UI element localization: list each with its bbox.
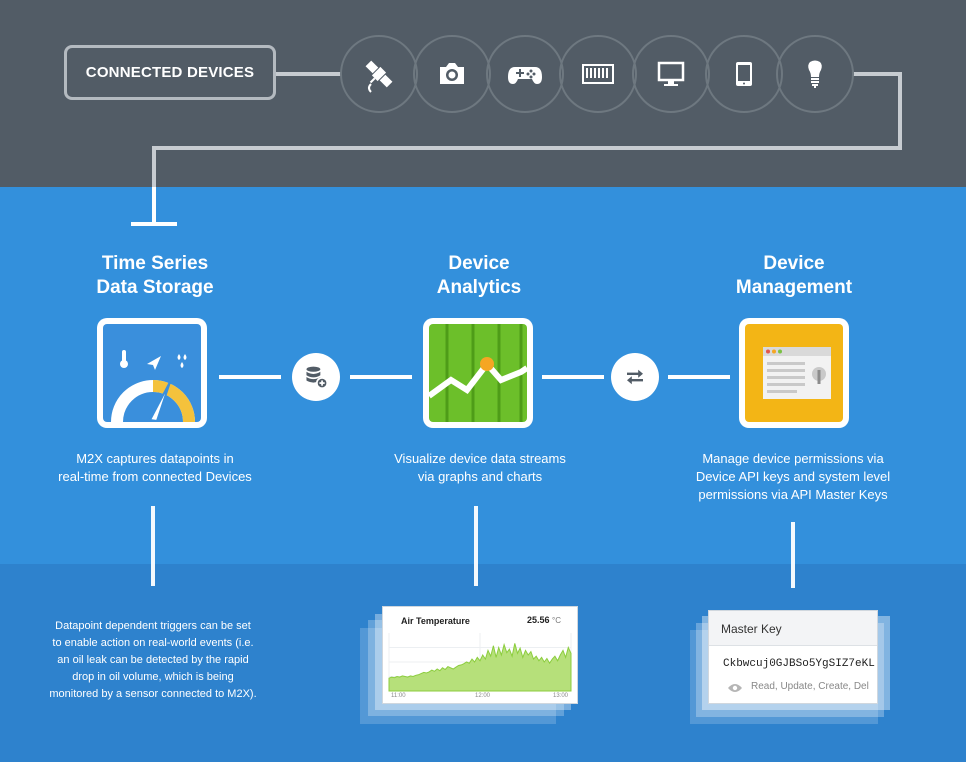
- triggers-line: to enable action on real-world events (i…: [52, 637, 254, 649]
- analytics-title-line: Device: [448, 253, 510, 274]
- storage-title-line: Data Storage: [96, 277, 214, 298]
- storage-description-line: M2X captures datapoints in: [76, 451, 234, 466]
- gamepad-icon: [508, 67, 542, 84]
- connector-cap: [131, 222, 177, 226]
- keyboard-icon: [582, 64, 614, 84]
- triggers-line: drop in oil volume, which is being: [72, 671, 234, 683]
- storage-tile: [97, 318, 207, 428]
- management-tile: [739, 318, 849, 428]
- analytics-title: Device Analytics: [369, 252, 589, 300]
- device-monitor[interactable]: [632, 35, 710, 113]
- sync-node: [611, 353, 659, 401]
- triggers-line: Datapoint dependent triggers can be set: [55, 620, 251, 632]
- storage-title-line: Time Series: [101, 253, 209, 274]
- satellite-icon: [365, 60, 393, 93]
- triggers-line: an oil leak can be detected by the rapid: [57, 654, 249, 666]
- eye-icon: [728, 684, 742, 692]
- x-tick-label: 11:00: [391, 693, 406, 699]
- analytics-description: Visualize device data streams via graphs…: [355, 450, 605, 486]
- lightbulb-icon: [808, 60, 822, 88]
- connector-line: [276, 72, 342, 76]
- master-key-header: Master Key: [709, 611, 877, 646]
- management-title: Device Management: [684, 252, 904, 300]
- analytics-description-line: via graphs and charts: [417, 469, 543, 484]
- tablet-icon: [736, 62, 752, 86]
- chart-value-readout: 25.56 °C: [527, 615, 561, 625]
- management-description-line: Manage device permissions via: [702, 451, 884, 466]
- triggers-description: Datapoint dependent triggers can be set …: [28, 618, 278, 703]
- storage-title: Time Series Data Storage: [45, 252, 265, 300]
- browser-key-icon: [763, 347, 831, 399]
- drop-line: [791, 522, 795, 588]
- connector-line: [152, 187, 156, 225]
- x-tick-label: 12:00: [475, 693, 491, 699]
- management-description-line: Device API keys and system level: [695, 469, 891, 484]
- connector-line: [152, 146, 902, 150]
- master-key-card: Master Key Ckbwcuj0GJBSo5YgSIZ7eKL Read,…: [708, 610, 878, 704]
- connector-line: [852, 72, 902, 76]
- connector-line: [152, 146, 156, 187]
- device-keyboard[interactable]: [559, 35, 637, 113]
- management-title-line: Management: [735, 277, 853, 298]
- master-key-title: Master Key: [721, 622, 782, 636]
- database-node: [292, 353, 340, 401]
- mini-area-chart: [388, 633, 572, 692]
- triggers-line: monitored by a sensor connected to M2X).: [49, 688, 257, 700]
- sync-arrows-icon: [627, 369, 643, 385]
- monitor-icon: [657, 61, 685, 86]
- flow-line: [219, 375, 281, 379]
- chart-unit: °C: [552, 616, 561, 625]
- chart-title: Air Temperature: [401, 616, 470, 626]
- device-gamepad[interactable]: [486, 35, 564, 113]
- analytics-title-line: Analytics: [436, 277, 522, 298]
- chart-card: Air Temperature 25.56 °C 11:00 12:00 13:…: [382, 606, 578, 704]
- device-camera[interactable]: [413, 35, 491, 113]
- camera-icon: [440, 63, 464, 84]
- connected-devices-label: CONNECTED DEVICES: [64, 45, 276, 100]
- chart-value: 25.56: [526, 615, 550, 625]
- flow-line: [668, 375, 730, 379]
- device-satellite[interactable]: [340, 35, 418, 113]
- flow-line: [350, 375, 412, 379]
- management-description: Manage device permissions via Device API…: [668, 450, 918, 504]
- analytics-description-line: Visualize device data streams: [394, 451, 566, 466]
- management-title-line: Device: [763, 253, 825, 274]
- drop-line: [474, 506, 478, 586]
- gauge-icon: [111, 350, 195, 422]
- device-tablet[interactable]: [705, 35, 783, 113]
- x-tick-label: 13:00: [553, 693, 569, 699]
- master-key-value[interactable]: Ckbwcuj0GJBSo5YgSIZ7eKL: [723, 658, 875, 670]
- master-key-permissions: Read, Update, Create, Del: [751, 681, 869, 692]
- management-description-line: permissions via API Master Keys: [698, 487, 888, 502]
- database-add-icon: [306, 366, 329, 390]
- analytics-tile: [423, 318, 533, 428]
- storage-description-line: real-time from connected Devices: [58, 469, 252, 484]
- device-lightbulb[interactable]: [776, 35, 854, 113]
- drop-line: [151, 506, 155, 586]
- storage-description: M2X captures datapoints in real-time fro…: [30, 450, 280, 486]
- line-chart-icon: [429, 324, 527, 422]
- connector-line: [898, 72, 902, 150]
- flow-line: [542, 375, 604, 379]
